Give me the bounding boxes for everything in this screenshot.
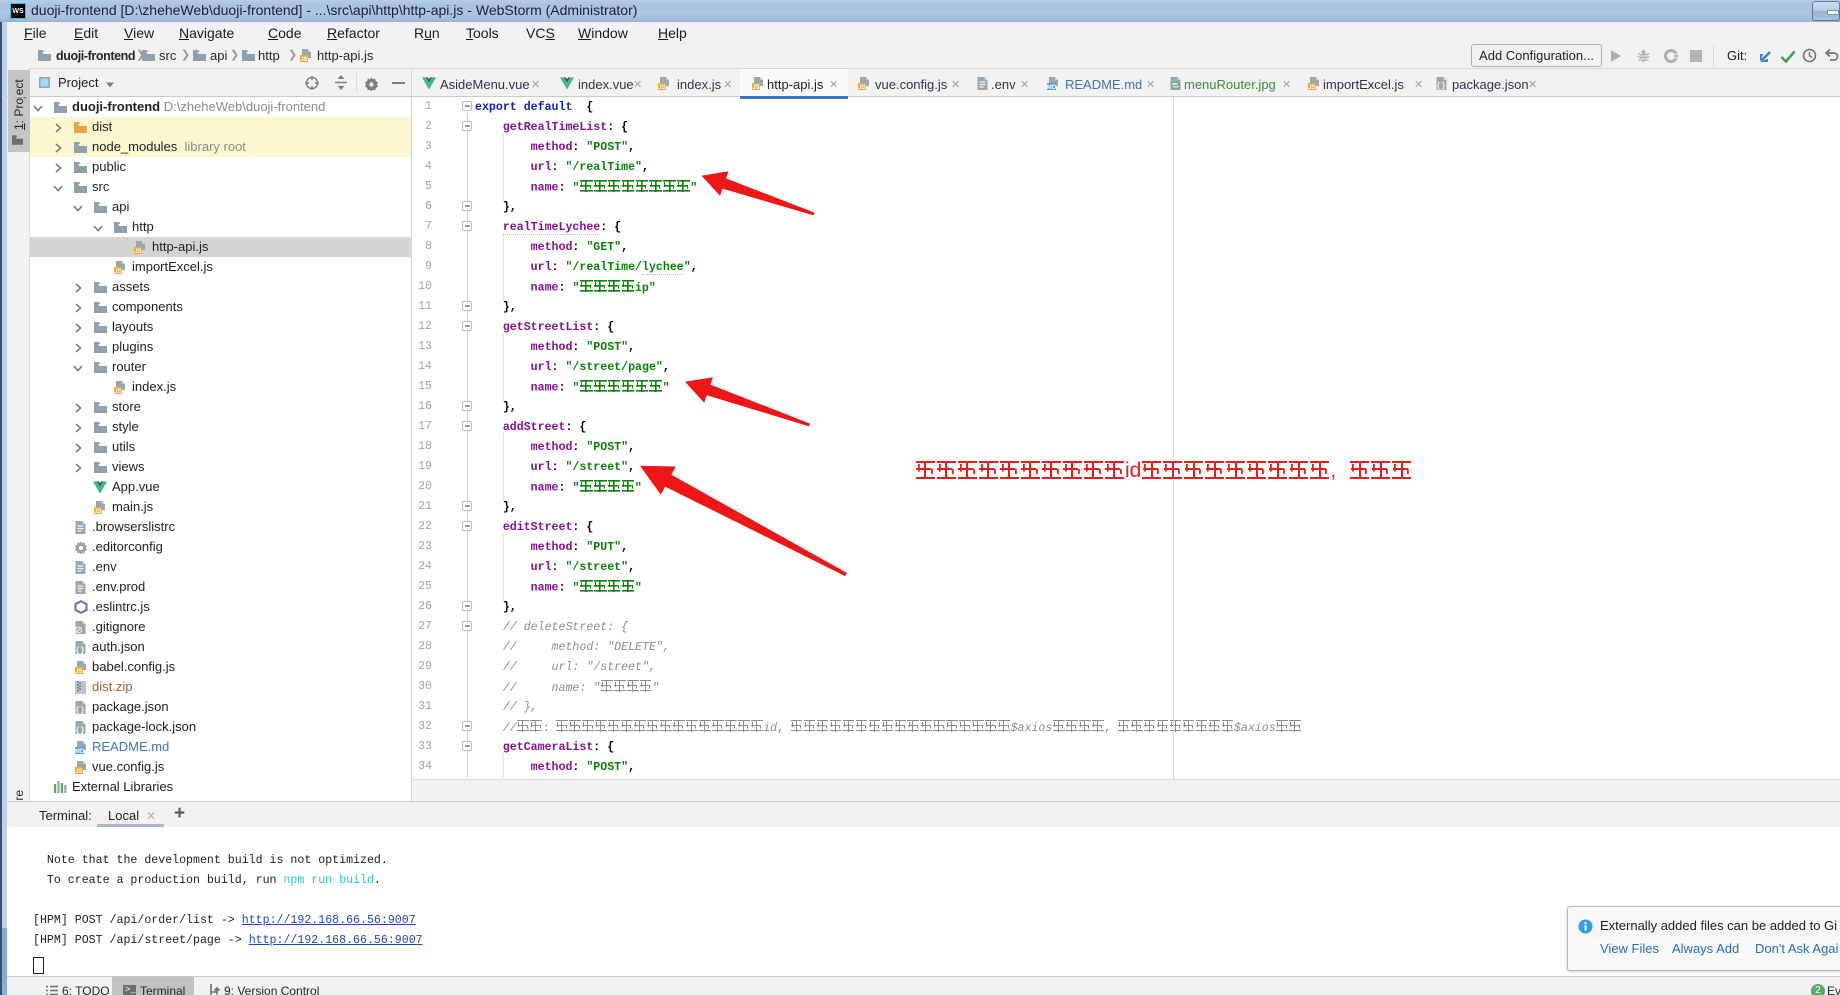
svg-text:JS: JS (300, 57, 307, 63)
svg-text:MD: MD (75, 749, 85, 755)
svg-text:JS: JS (94, 509, 101, 515)
svg-text:{}: {} (1436, 82, 1446, 91)
svg-text:{}: {} (75, 727, 85, 736)
svg-text:JS: JS (752, 85, 759, 91)
svg-text:JS: JS (1308, 85, 1315, 91)
svg-text:JS: JS (658, 85, 665, 91)
svg-text:JS: JS (75, 769, 82, 775)
svg-text:{}: {} (75, 707, 85, 716)
svg-text:JS: JS (75, 669, 82, 675)
svg-text:JS: JS (114, 269, 121, 275)
svg-text:JS: JS (858, 85, 865, 91)
svg-text:MD: MD (1047, 85, 1057, 91)
svg-text:{}: {} (75, 647, 85, 656)
svg-text:JS: JS (134, 249, 141, 255)
svg-text:JS: JS (114, 389, 121, 395)
